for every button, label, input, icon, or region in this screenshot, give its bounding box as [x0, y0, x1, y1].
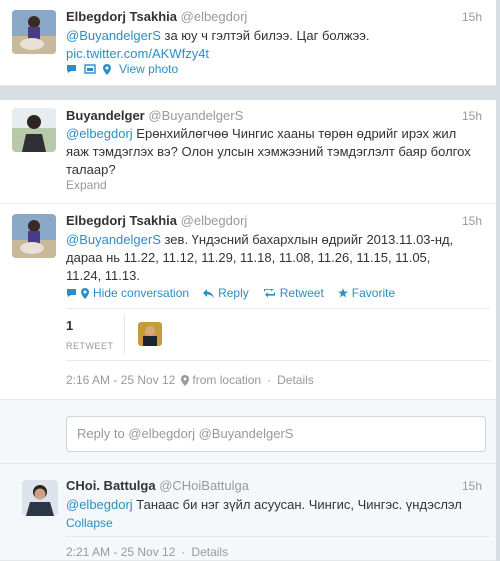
tweet-body: Танаас би нэг зүйл асуусан. Чингис, Чинг… — [132, 497, 462, 512]
author-display-name[interactable]: CHoi. Battulga — [66, 478, 156, 493]
favorite-button[interactable]: Favorite — [337, 286, 395, 300]
tweet-card-1[interactable]: Elbegdorj Tsakhia @elbegdorj 15h @Buyand… — [0, 0, 496, 86]
tweet-meta: 2:16 AM - 25 Nov 12 from location · Deta… — [66, 373, 314, 387]
tweet-card-3[interactable]: Elbegdorj Tsakhia @elbegdorj 15h @Buyand… — [0, 204, 496, 400]
conversation-icon — [66, 64, 81, 74]
tweet-actions: View photo — [66, 62, 192, 76]
tweet-body-line3: 11.24, 11.13. — [66, 268, 140, 283]
reply-button[interactable]: Reply — [203, 286, 249, 300]
author-display-name[interactable]: Elbegdorj Tsakhia — [66, 213, 177, 228]
tweet-time[interactable]: 15h — [462, 10, 482, 24]
hide-conversation-label[interactable]: Hide conversation — [93, 286, 189, 300]
author-handle[interactable]: @BuyandelgerS — [148, 108, 243, 123]
mention-link[interactable]: @elbegdorj — [66, 497, 133, 512]
tweet-body-line1: Ерөнхийлөгчөө Чингис хааны төрөн өдрийг … — [132, 126, 457, 141]
expand-link[interactable]: Expand — [66, 178, 107, 192]
location-pin-icon — [81, 287, 89, 299]
details-link[interactable]: Details — [191, 545, 228, 559]
tweet-text: @BuyandelgerS зев. Үндэсний бахархлын өд… — [66, 231, 490, 285]
retweet-icon — [263, 288, 275, 297]
details-link[interactable]: Details — [277, 373, 314, 387]
meta-separator: · — [181, 545, 186, 559]
divider — [66, 536, 490, 537]
divider — [66, 308, 490, 309]
avatar[interactable] — [12, 10, 56, 54]
tweet-actions: Hide conversation Reply Retweet Favorite — [66, 286, 409, 300]
author-handle[interactable]: @elbegdorj — [181, 9, 248, 24]
avatar[interactable] — [12, 214, 56, 258]
hide-conversation-button[interactable]: Hide conversation — [66, 286, 189, 300]
meta-separator: · — [267, 373, 272, 387]
tweet-body-line2: дараа нь 11.22, 11.12, 11.29, 11.18, 11.… — [66, 250, 431, 265]
author-name[interactable]: Elbegdorj Tsakhia @elbegdorj — [66, 213, 247, 228]
location-pin-icon — [181, 374, 190, 386]
tweet-time[interactable]: 15h — [462, 109, 482, 123]
tweet-body-line3: талаар? — [66, 162, 116, 177]
avatar[interactable] — [22, 480, 58, 516]
collapse-link[interactable]: Collapse — [66, 516, 113, 530]
author-handle[interactable]: @CHoiBattulga — [159, 478, 249, 493]
timeline-gap — [0, 86, 500, 100]
from-location-link[interactable]: from location — [192, 373, 261, 387]
tweet-meta: 2:21 AM - 25 Nov 12 · Details — [66, 545, 228, 559]
right-edge — [496, 0, 500, 561]
mention-link[interactable]: @elbegdorj — [66, 126, 133, 141]
author-name[interactable]: Elbegdorj Tsakhia @elbegdorj — [66, 9, 247, 24]
tweet-timestamp[interactable]: 2:16 AM - 25 Nov 12 — [66, 373, 175, 387]
star-icon — [337, 288, 348, 298]
tweet-text: @elbegdorj Ерөнхийлөгчөө Чингис хааны тө… — [66, 125, 490, 179]
author-name[interactable]: CHoi. Battulga @CHoiBattulga — [66, 478, 249, 493]
tweet-time[interactable]: 15h — [462, 479, 482, 493]
divider — [66, 360, 490, 361]
tweet-body: за юу ч гэлтэй билээ. Цаг болжээ. — [160, 28, 370, 43]
pic-link[interactable]: pic.twitter.com/AKWfzy4t — [66, 46, 209, 61]
retweet-count[interactable]: 1 — [66, 318, 114, 333]
tweet-time[interactable]: 15h — [462, 214, 482, 228]
photo-icon — [84, 64, 100, 74]
retweet-label[interactable]: Retweet — [280, 286, 324, 300]
retweet-button[interactable]: Retweet — [263, 286, 324, 300]
mention-link[interactable]: @BuyandelgerS — [66, 28, 161, 43]
view-photo-link[interactable]: View photo — [119, 62, 178, 76]
retweeter-avatar[interactable] — [138, 322, 162, 346]
avatar[interactable] — [12, 108, 56, 152]
reply-input[interactable]: Reply to @elbegdorj @BuyandelgerS — [66, 416, 486, 452]
reply-icon — [203, 288, 215, 298]
author-display-name[interactable]: Buyandelger — [66, 108, 145, 123]
author-display-name[interactable]: Elbegdorj Tsakhia — [66, 9, 177, 24]
author-handle[interactable]: @elbegdorj — [181, 213, 248, 228]
tweet-text: @elbegdorj Танаас би нэг зүйл асуусан. Ч… — [66, 496, 490, 514]
location-pin-icon — [103, 63, 115, 75]
retweet-count-label: RETWEET — [66, 341, 114, 351]
author-name[interactable]: Buyandelger @BuyandelgerS — [66, 108, 243, 123]
favorite-label[interactable]: Favorite — [352, 286, 395, 300]
conversation-icon — [67, 289, 76, 297]
tweet-body-line1: зев. Үндэсний бахархлын өдрийг 2013.11.0… — [160, 232, 454, 247]
tweet-card-2[interactable]: Buyandelger @BuyandelgerS 15h @elbegdorj… — [0, 100, 496, 204]
mention-link[interactable]: @BuyandelgerS — [66, 232, 161, 247]
vertical-divider — [124, 314, 125, 354]
tweet-body-line2: яаж тэмдэглэх вэ? Олон улсын хэмжээний т… — [66, 144, 471, 159]
reply-label[interactable]: Reply — [218, 286, 249, 300]
tweet-timestamp[interactable]: 2:21 AM - 25 Nov 12 — [66, 545, 175, 559]
retweet-stats[interactable]: 1 RETWEET — [66, 318, 114, 351]
tweet-text: @BuyandelgerS за юу ч гэлтэй билээ. Цаг … — [66, 27, 486, 63]
reply-tweet-card[interactable]: CHoi. Battulga @CHoiBattulga 15h @elbegd… — [0, 464, 496, 561]
